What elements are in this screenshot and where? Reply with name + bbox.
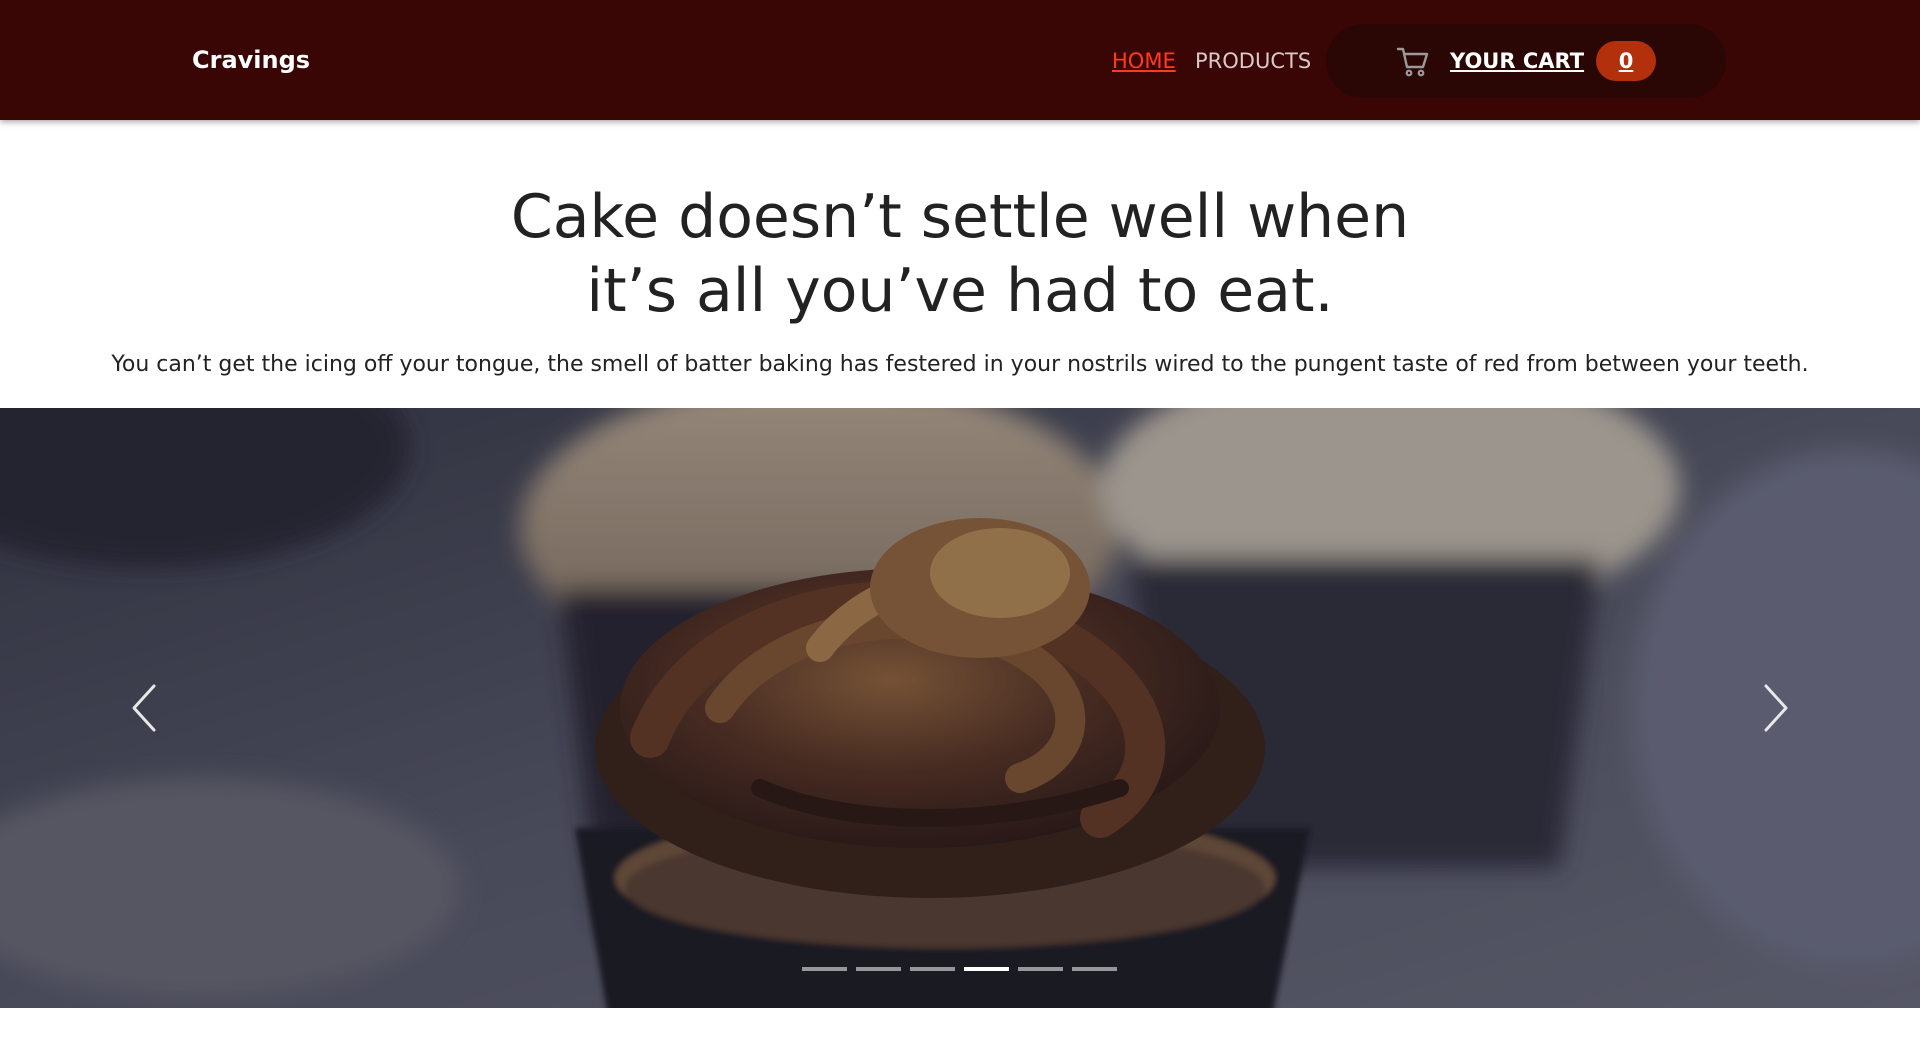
carousel-indicator-3[interactable] <box>910 967 955 971</box>
carousel-indicator-5[interactable] <box>1018 967 1063 971</box>
chevron-right-icon[interactable] <box>1756 678 1796 738</box>
carousel-overlay <box>0 408 1920 1008</box>
hero-title-line-1: Cake doesn’t settle well when <box>510 182 1410 252</box>
carousel-indicators <box>802 964 1117 974</box>
hero-subtitle: You can’t get the icing off your tongue,… <box>111 352 1809 377</box>
hero-title: Cake doesn’t settle well when it’s all y… <box>0 180 1920 328</box>
nav-link-home[interactable]: HOME <box>1112 48 1176 74</box>
chevron-left-icon[interactable] <box>124 678 164 738</box>
carousel-indicator-6[interactable] <box>1072 967 1117 971</box>
cart-button[interactable]: YOUR CART 0 <box>1326 24 1726 98</box>
nav-link-products[interactable]: PRODUCTS <box>1195 48 1311 74</box>
navbar: Cravings HOME PRODUCTS YOUR CART 0 <box>0 0 1920 120</box>
carousel-indicator-4[interactable] <box>964 967 1009 971</box>
hero-title-line-2: it’s all you’ve had to eat. <box>586 256 1334 326</box>
cart-label: YOUR CART <box>1450 49 1585 73</box>
brand-logo[interactable]: Cravings <box>192 44 310 76</box>
cart-icon <box>1396 47 1429 77</box>
carousel-indicator-1[interactable] <box>802 967 847 971</box>
carousel-indicator-2[interactable] <box>856 967 901 971</box>
cart-count-badge: 0 <box>1596 41 1656 81</box>
image-carousel <box>0 408 1920 1008</box>
